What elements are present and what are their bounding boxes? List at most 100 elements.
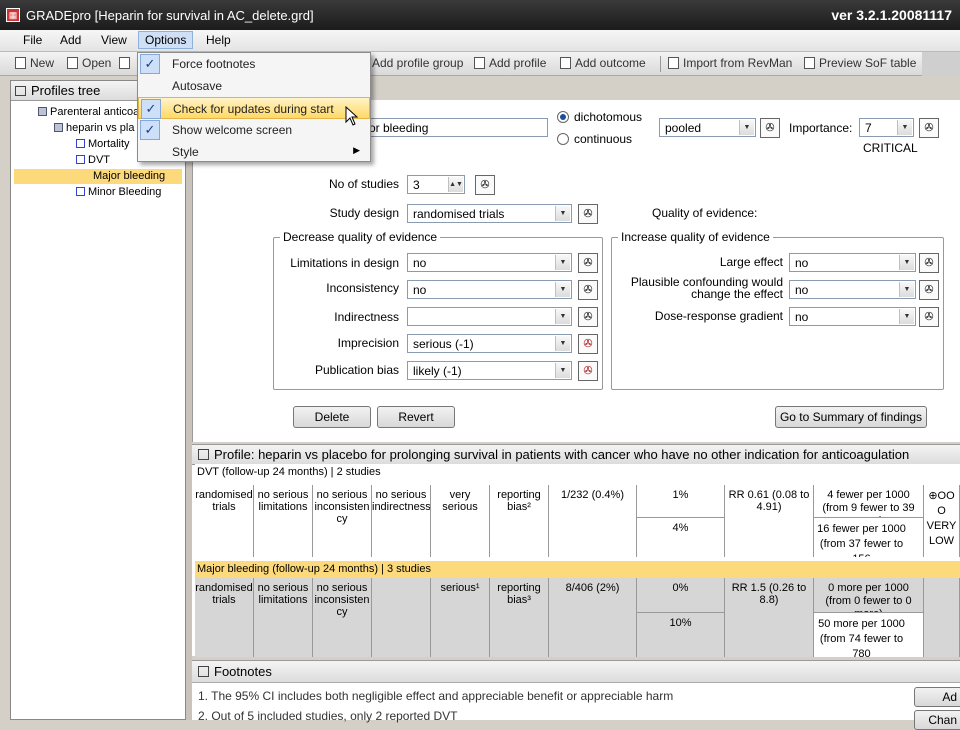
revert-button[interactable]: Revert [377, 406, 455, 428]
tree-node-profile[interactable]: heparin vs pla [54, 122, 135, 134]
imprecision-select[interactable]: serious (-1) ▼ [407, 334, 572, 353]
delete-button[interactable]: Delete [293, 406, 371, 428]
confounding-label: Plausible confounding would change the e… [630, 275, 783, 301]
menu-item-check-updates[interactable]: ✓ Check for updates during start [138, 97, 370, 119]
cell-control-risk: 4% [637, 518, 725, 557]
folder-icon [54, 123, 63, 132]
table-icon [198, 449, 209, 460]
import-icon [668, 57, 679, 69]
pin-icon[interactable]: ✇ [578, 361, 598, 381]
menu-add[interactable]: Add [60, 33, 81, 47]
continuous-radio[interactable] [557, 133, 569, 145]
tree-node-major-bleeding[interactable]: Major bleeding [14, 169, 182, 184]
window-title: GRADEpro [Heparin for survival in AC_del… [26, 8, 314, 23]
pin-icon[interactable]: ✇ [578, 307, 598, 327]
study-design-select[interactable]: randomised trials ▼ [407, 204, 572, 223]
footnote-item[interactable]: 1. The 95% CI includes both negligible e… [198, 689, 673, 703]
footnote-item[interactable]: 2. Out of 5 included studies, only 2 rep… [198, 709, 457, 723]
cell-events: 8/406 (2%) [549, 578, 637, 657]
add-footnote-button[interactable]: Ad [914, 687, 960, 707]
large-effect-label: Large effect [719, 255, 783, 269]
menu-item-style[interactable]: Style ▶ [138, 141, 370, 163]
dichotomous-radio[interactable] [557, 111, 569, 123]
menu-options[interactable]: Options [138, 31, 194, 49]
pin-icon[interactable]: ✇ [578, 253, 598, 273]
add-outcome-button[interactable]: Add outcome [560, 56, 646, 70]
menu-view[interactable]: View [101, 33, 127, 47]
inconsistency-select[interactable]: no ▼ [407, 280, 572, 299]
table-icon [804, 57, 815, 69]
confounding-select[interactable]: no ▼ [789, 280, 916, 299]
pin-icon[interactable]: ✇ [578, 334, 598, 354]
version-label: ver 3.2.1.20081117 [831, 7, 952, 23]
tree-node-minor-bleeding[interactable]: Minor Bleeding [76, 186, 161, 198]
chevron-down-icon: ▼ [555, 336, 570, 351]
limitations-select[interactable]: no ▼ [407, 253, 572, 272]
pin-icon[interactable]: ✇ [760, 118, 780, 138]
outcome-name-input[interactable]: or bleeding [363, 118, 548, 137]
menu-help[interactable]: Help [206, 33, 231, 47]
save-button[interactable] [119, 56, 134, 70]
no-of-studies-stepper[interactable]: 3 ▲▼ [407, 175, 465, 194]
preview-sof-button[interactable]: Preview SoF table [804, 56, 916, 70]
chevron-down-icon: ▼ [555, 309, 570, 324]
menu-item-welcome-screen[interactable]: ✓ Show welcome screen [138, 119, 370, 141]
dose-response-select[interactable]: no ▼ [789, 307, 916, 326]
importance-select[interactable]: 7 ▼ [859, 118, 914, 137]
cell-design: randomised trials [195, 578, 254, 657]
open-button[interactable]: Open [67, 56, 111, 70]
outcome-icon [76, 155, 85, 164]
inconsistency-label: Inconsistency [326, 281, 399, 295]
large-effect-select[interactable]: no ▼ [789, 253, 916, 272]
pin-icon[interactable]: ✇ [475, 175, 495, 195]
check-icon: ✓ [141, 99, 161, 119]
import-revman-button[interactable]: Import from RevMan [668, 56, 792, 70]
importance-text: CRITICAL [863, 141, 918, 155]
footnotes-panel: Footnotes 1. The 95% CI includes both ne… [192, 660, 960, 730]
outcome-row-header: DVT (follow-up 24 months) | 2 studies [195, 464, 960, 481]
cell-control-risk: 1% [637, 485, 725, 518]
cell-control-risk: 10% [637, 613, 725, 657]
change-footnote-button[interactable]: Chan [914, 710, 960, 730]
new-button[interactable]: New [15, 56, 54, 70]
tree-node-root[interactable]: Parenteral anticoa [38, 106, 139, 118]
pin-icon[interactable]: ✇ [919, 307, 939, 327]
submenu-arrow-icon: ▶ [353, 145, 360, 155]
pin-icon[interactable]: ✇ [919, 118, 939, 138]
profile-header: Profile: heparin vs placebo for prolongi… [192, 445, 960, 465]
gradepro-app-icon: ▦ [6, 8, 20, 22]
cell-quality [924, 578, 960, 657]
go-to-summary-button[interactable]: Go to Summary of findings [775, 406, 927, 428]
chevron-down-icon: ▼ [899, 255, 914, 270]
menu-item-force-footnotes[interactable]: ✓ Force footnotes [138, 53, 370, 75]
pin-icon[interactable]: ✇ [919, 253, 939, 273]
pin-icon[interactable]: ✇ [578, 280, 598, 300]
cell-indirectness [372, 578, 431, 657]
menu-item-autosave[interactable]: Autosave [138, 75, 370, 97]
mouse-cursor-icon [345, 106, 359, 126]
quality-of-evidence-label: Quality of evidence: [652, 206, 758, 220]
add-profile-button[interactable]: Add profile [474, 56, 546, 70]
add-profile-group-button[interactable]: Add profile group [372, 56, 463, 70]
pin-icon[interactable]: ✇ [919, 280, 939, 300]
tree-node-dvt[interactable]: DVT [76, 154, 110, 166]
menu-bar: File Add View Options Help [0, 30, 960, 52]
chevron-down-icon: ▼ [899, 282, 914, 297]
cell-absolute-effect: 50 more per 1000 (from 74 fewer to 780 [814, 613, 924, 657]
check-icon: ✓ [140, 120, 160, 140]
menu-file[interactable]: File [23, 33, 42, 47]
publication-bias-select[interactable]: likely (-1) ▼ [407, 361, 572, 380]
cell-other: reporting bias³ [490, 578, 549, 657]
cell-quality: ⊕OO O VERY LOW [924, 485, 960, 557]
cell-design: randomised trials [195, 485, 254, 557]
tree-node-mortality[interactable]: Mortality [76, 138, 130, 150]
cell-imprecision: very serious [431, 485, 490, 557]
outcome-icon [76, 139, 85, 148]
pin-icon[interactable]: ✇ [578, 204, 598, 224]
indirectness-select[interactable]: ▼ [407, 307, 572, 326]
chevron-down-icon: ▼ [739, 120, 754, 135]
options-menu: ✓ Force footnotes Autosave ✓ Check for upd… [137, 52, 371, 162]
open-folder-icon [67, 57, 78, 69]
pooling-select[interactable]: pooled ▼ [659, 118, 756, 137]
stepper-arrows-icon[interactable]: ▲▼ [448, 177, 463, 192]
